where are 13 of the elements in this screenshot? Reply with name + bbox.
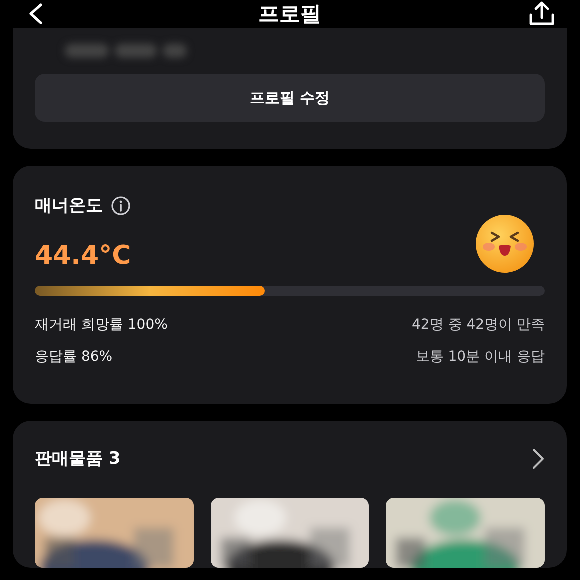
smiley-face-icon bbox=[475, 214, 535, 274]
chevron-right-icon[interactable] bbox=[531, 448, 545, 470]
section-title: 판매물품 3 bbox=[35, 448, 121, 470]
section-title: 매너온도 bbox=[35, 195, 103, 217]
share-icon[interactable] bbox=[528, 0, 556, 28]
info-icon[interactable] bbox=[111, 196, 131, 216]
stat-label: 응답률 86% bbox=[35, 348, 113, 366]
stat-label: 재거래 희망률 100% bbox=[35, 316, 168, 334]
temperature-value: 44.4°C bbox=[35, 241, 132, 271]
stat-detail: 보통 10분 이내 응답 bbox=[416, 348, 545, 366]
screen-title: 프로필 bbox=[258, 1, 322, 28]
stat-detail: 42명 중 42명이 만족 bbox=[412, 316, 545, 334]
edit-profile-button[interactable]: 프로필 수정 bbox=[35, 74, 545, 122]
